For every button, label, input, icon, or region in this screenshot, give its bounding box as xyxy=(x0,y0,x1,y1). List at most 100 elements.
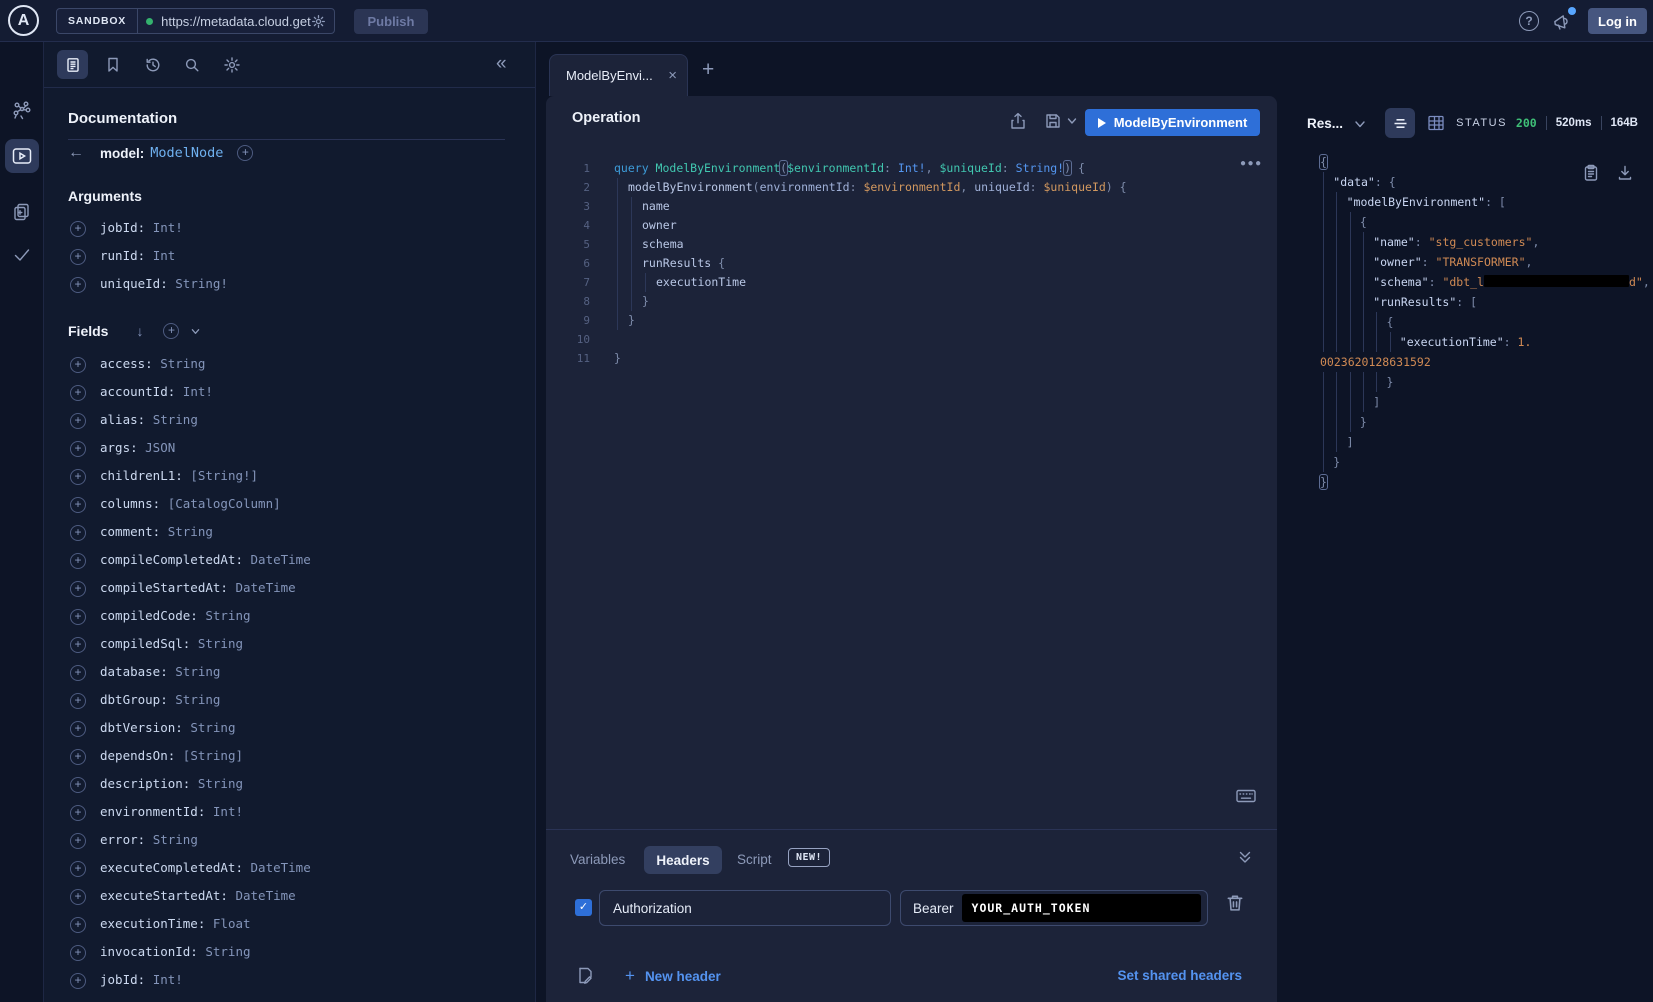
field-row[interactable]: dbtGroup: String xyxy=(44,691,535,711)
chevron-down-icon[interactable] xyxy=(191,327,200,336)
publish-button[interactable]: Publish xyxy=(354,9,428,34)
save-operation-icon[interactable] xyxy=(1044,112,1062,130)
field-row[interactable]: environmentId: Int! xyxy=(44,803,535,823)
argument-row[interactable]: uniqueId: String! xyxy=(44,275,535,295)
endpoint-settings-gear-icon[interactable] xyxy=(311,14,326,29)
field-row[interactable]: description: String xyxy=(44,775,535,795)
operation-tab[interactable]: ModelByEnvi... × xyxy=(549,54,688,96)
collapse-sidebar-icon[interactable]: « xyxy=(496,53,505,75)
field-row[interactable]: jobId: Int! xyxy=(44,971,535,991)
history-icon[interactable] xyxy=(144,56,162,74)
table-view-toggle[interactable] xyxy=(1427,114,1445,132)
bookmarks-icon[interactable] xyxy=(104,56,122,74)
add-to-query-icon[interactable] xyxy=(70,917,86,933)
add-to-query-icon[interactable] xyxy=(70,249,86,265)
field-row[interactable]: args: JSON xyxy=(44,439,535,459)
argument-row[interactable]: jobId: Int! xyxy=(44,219,535,239)
back-arrow-icon[interactable]: ← xyxy=(68,144,100,162)
field-row[interactable]: dbtVersion: String xyxy=(44,719,535,739)
add-to-query-icon[interactable] xyxy=(70,413,86,429)
search-icon[interactable] xyxy=(183,56,201,74)
add-to-query-icon[interactable] xyxy=(70,497,86,513)
apollo-logo[interactable]: A xyxy=(8,5,39,36)
field-row[interactable]: compiledCode: String xyxy=(44,607,535,627)
share-operation-icon[interactable] xyxy=(1009,112,1027,130)
add-to-query-icon[interactable] xyxy=(70,385,86,401)
add-to-query-icon[interactable] xyxy=(70,221,86,237)
field-row[interactable]: executeCompletedAt: DateTime xyxy=(44,859,535,879)
add-to-query-icon[interactable] xyxy=(70,357,86,373)
documentation-tab-active[interactable] xyxy=(57,50,88,79)
endpoint-url-input[interactable]: https://metadata.cloud.get xyxy=(161,14,311,29)
header-enabled-checkbox[interactable]: ✓ xyxy=(575,899,592,916)
field-row[interactable]: comment: String xyxy=(44,523,535,543)
tab-script[interactable]: Script xyxy=(737,852,772,867)
add-to-query-icon[interactable] xyxy=(70,861,86,877)
field-row[interactable]: compiledSql: String xyxy=(44,635,535,655)
add-to-query-icon[interactable] xyxy=(70,581,86,597)
add-to-query-icon[interactable] xyxy=(70,693,86,709)
add-to-query-icon[interactable] xyxy=(70,553,86,569)
settings-gear-icon[interactable] xyxy=(223,56,241,74)
add-all-fields-icon[interactable] xyxy=(163,323,179,339)
field-row[interactable]: columns: [CatalogColumn] xyxy=(44,495,535,515)
field-row[interactable]: executeStartedAt: DateTime xyxy=(44,887,535,907)
operation-collections-icon[interactable] xyxy=(11,201,33,223)
close-tab-icon[interactable]: × xyxy=(662,67,677,84)
response-line: { xyxy=(1290,312,1653,332)
field-row[interactable]: access: String xyxy=(44,355,535,375)
add-to-query-icon[interactable] xyxy=(70,777,86,793)
collapse-panel-double-chevron-icon[interactable] xyxy=(1236,848,1254,866)
add-to-query-icon[interactable] xyxy=(237,145,253,161)
formatted-view-toggle-active[interactable] xyxy=(1385,108,1415,138)
header-key-input[interactable]: Authorization xyxy=(599,890,891,926)
tab-variables[interactable]: Variables xyxy=(570,852,625,867)
field-row[interactable]: compileCompletedAt: DateTime xyxy=(44,551,535,571)
set-shared-headers-link[interactable]: Set shared headers xyxy=(1117,968,1242,983)
field-row[interactable]: database: String xyxy=(44,663,535,683)
add-to-query-icon[interactable] xyxy=(70,973,86,989)
add-to-query-icon[interactable] xyxy=(70,721,86,737)
field-row[interactable]: compileStartedAt: DateTime xyxy=(44,579,535,599)
breadcrumb-type-link[interactable]: ModelNode xyxy=(150,145,223,161)
field-type: JSON xyxy=(145,440,175,455)
header-value-input[interactable]: Bearer YOUR_AUTH_TOKEN xyxy=(900,890,1208,926)
add-to-query-icon[interactable] xyxy=(70,469,86,485)
field-row[interactable]: error: String xyxy=(44,831,535,851)
run-operation-button[interactable]: ModelByEnvironment xyxy=(1085,109,1260,136)
help-icon[interactable]: ? xyxy=(1519,11,1539,31)
field-row[interactable]: invocationId: String xyxy=(44,943,535,963)
keyboard-shortcuts-icon[interactable] xyxy=(1236,788,1256,804)
graphql-editor[interactable]: 1query ModelByEnvironment($environmentId… xyxy=(546,159,1277,799)
add-to-query-icon[interactable] xyxy=(70,665,86,681)
add-to-query-icon[interactable] xyxy=(70,945,86,961)
new-header-button[interactable]: + New header xyxy=(625,966,721,986)
explorer-nav-active[interactable] xyxy=(5,139,39,173)
sort-fields-icon[interactable]: ↓ xyxy=(136,323,143,339)
field-row[interactable]: childrenL1: [String!] xyxy=(44,467,535,487)
field-name: dbtVersion: String xyxy=(100,720,235,735)
new-tab-button[interactable]: + xyxy=(702,58,714,82)
argument-row[interactable]: runId: Int xyxy=(44,247,535,267)
add-to-query-icon[interactable] xyxy=(70,889,86,905)
checks-icon[interactable] xyxy=(11,244,33,266)
add-to-query-icon[interactable] xyxy=(70,441,86,457)
save-dropdown-caret-icon[interactable] xyxy=(1067,117,1077,125)
delete-header-trash-icon[interactable] xyxy=(1225,893,1245,913)
environment-variables-icon[interactable] xyxy=(576,966,595,985)
add-to-query-icon[interactable] xyxy=(70,637,86,653)
field-row[interactable]: accountId: Int! xyxy=(44,383,535,403)
login-button[interactable]: Log in xyxy=(1588,8,1647,34)
field-row[interactable]: executionTime: Float xyxy=(44,915,535,935)
add-to-query-icon[interactable] xyxy=(70,609,86,625)
add-to-query-icon[interactable] xyxy=(70,749,86,765)
add-to-query-icon[interactable] xyxy=(70,833,86,849)
field-row[interactable]: alias: String xyxy=(44,411,535,431)
add-to-query-icon[interactable] xyxy=(70,277,86,293)
tab-headers-active[interactable]: Headers xyxy=(644,846,722,874)
response-dropdown-caret-icon[interactable] xyxy=(1354,120,1366,129)
add-to-query-icon[interactable] xyxy=(70,525,86,541)
field-row[interactable]: dependsOn: [String] xyxy=(44,747,535,767)
add-to-query-icon[interactable] xyxy=(70,805,86,821)
schema-graph-icon[interactable] xyxy=(11,100,33,122)
